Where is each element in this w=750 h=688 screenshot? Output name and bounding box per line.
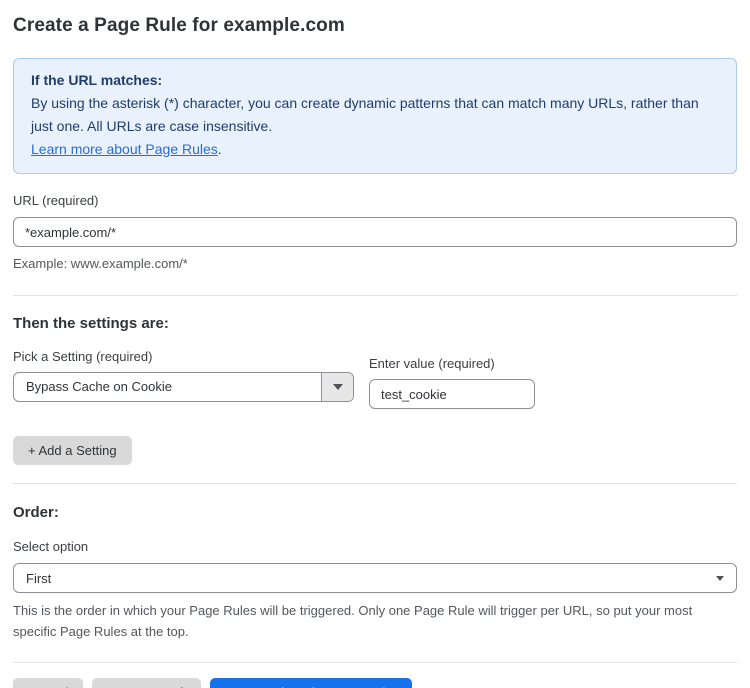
info-box-link-line: Learn more about Page Rules. [31,138,719,161]
order-select-label: Select option [13,539,737,554]
settings-section-heading: Then the settings are: [13,315,737,332]
link-suffix: . [218,141,222,157]
save-as-draft-button[interactable]: Save as Draft [92,678,201,688]
page-title: Create a Page Rule for example.com [13,15,737,37]
enter-value-label: Enter value (required) [369,356,535,371]
order-select[interactable]: First [13,563,737,593]
info-box-heading: If the URL matches: [31,69,719,92]
info-box-body: By using the asterisk (*) character, you… [31,92,719,138]
order-section-heading: Order: [13,504,737,521]
url-matches-info-box: If the URL matches: By using the asteris… [13,58,737,174]
url-input[interactable] [13,217,737,247]
caret-down-icon [716,576,724,581]
pick-setting-dropdown[interactable]: Bypass Cache on Cookie [13,372,354,402]
caret-down-icon [333,384,343,390]
divider [13,662,737,663]
form-actions: Cancel Save as Draft Save and Deploy Pag… [13,678,737,688]
page-rule-form: Create a Page Rule for example.com If th… [0,0,750,688]
url-example-helper: Example: www.example.com/* [13,253,737,274]
pick-setting-label: Pick a Setting (required) [13,349,354,364]
settings-row: Pick a Setting (required) Bypass Cache o… [13,349,737,409]
divider [13,483,737,484]
add-setting-button[interactable]: + Add a Setting [13,436,132,465]
url-field-label: URL (required) [13,193,737,208]
save-and-deploy-button[interactable]: Save and Deploy Page Rule [210,678,411,688]
learn-more-link[interactable]: Learn more about Page Rules [31,141,218,157]
setting-value-input[interactable] [369,379,535,409]
pick-setting-dropdown-button[interactable] [321,373,353,401]
cancel-button[interactable]: Cancel [13,678,83,688]
pick-setting-selected-value: Bypass Cache on Cookie [14,373,321,401]
divider [13,295,737,296]
order-selected-value: First [14,571,716,586]
enter-value-column: Enter value (required) [369,349,535,409]
pick-setting-column: Pick a Setting (required) Bypass Cache o… [13,349,354,402]
order-helper-text: This is the order in which your Page Rul… [13,600,737,642]
